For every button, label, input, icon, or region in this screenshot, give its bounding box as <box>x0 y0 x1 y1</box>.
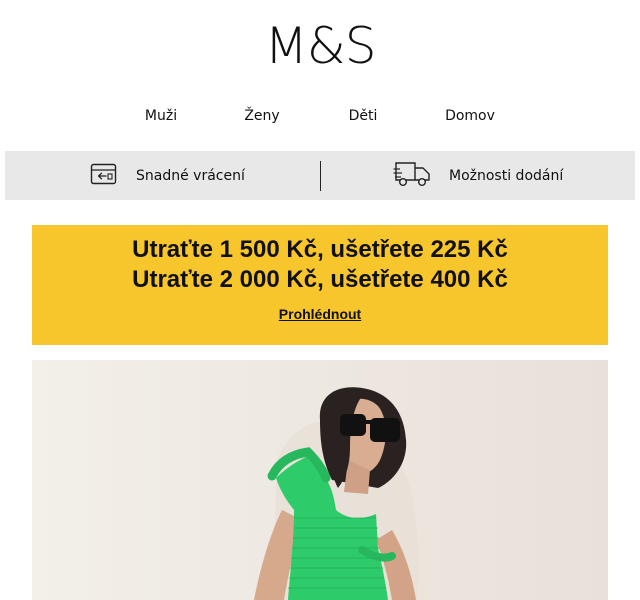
nav-item-women[interactable]: Ženy <box>244 108 279 124</box>
delivery-options-link[interactable]: Možnosti dodání <box>393 151 563 200</box>
easy-returns-label: Snadné vrácení <box>136 167 245 184</box>
hero-image[interactable] <box>32 360 608 600</box>
promo-offer-line-1: Utraťte 1 500 Kč, ušetřete 225 Kč <box>132 236 508 263</box>
promo-offer-line-2: Utraťte 2 000 Kč, ušetřete 400 Kč <box>132 266 508 293</box>
main-nav: Muži Ženy Děti Domov <box>0 106 640 130</box>
nav-item-kids[interactable]: Děti <box>349 108 378 124</box>
service-bar: Snadné vrácení Možnosti dodání <box>5 151 635 200</box>
browse-link[interactable]: Prohlédnout <box>32 306 608 322</box>
brand-logo[interactable]: M&S <box>0 14 640 78</box>
return-package-icon <box>90 162 118 190</box>
nav-item-home[interactable]: Domov <box>445 108 495 124</box>
hero-photo <box>32 360 608 600</box>
delivery-options-label: Možnosti dodání <box>449 167 564 184</box>
delivery-truck-icon <box>393 160 433 192</box>
easy-returns-link[interactable]: Snadné vrácení <box>90 151 245 200</box>
nav-item-men[interactable]: Muži <box>145 108 177 124</box>
promo-banner: Utraťte 1 500 Kč, ušetřete 225 Kč Utraťt… <box>32 225 608 345</box>
service-divider <box>320 161 321 191</box>
